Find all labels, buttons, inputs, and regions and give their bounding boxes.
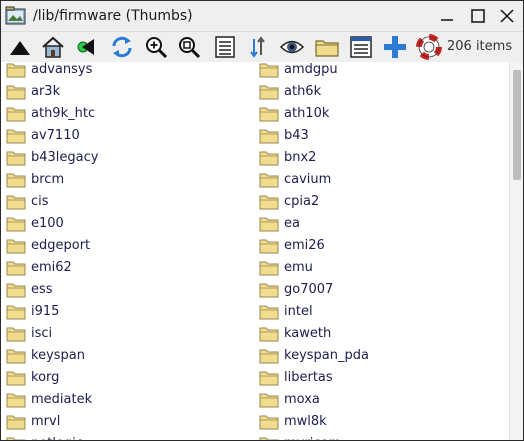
- close-button[interactable]: [497, 6, 517, 26]
- folder-icon: [6, 83, 26, 101]
- folder-name: ess: [31, 282, 53, 297]
- folder-icon: [6, 193, 26, 211]
- folder-icon: [6, 62, 26, 79]
- folder-icon: [259, 325, 279, 343]
- folder-icon: [6, 105, 26, 123]
- folder-icon: [6, 171, 26, 189]
- folder-icon: [259, 105, 279, 123]
- file-grid: advansys ar3k ath9k_htc av7110 b43legacy brcm…: [1, 62, 509, 440]
- folder-name: edgeport: [31, 238, 91, 253]
- minimize-button[interactable]: [437, 6, 457, 26]
- folder-icon: [6, 237, 26, 255]
- folder-name: keyspan_pda: [284, 348, 369, 363]
- folder-name: moxa: [284, 392, 320, 407]
- folder-name: intel: [284, 304, 313, 319]
- folder-icon: [6, 127, 26, 145]
- folder-icon: [259, 171, 279, 189]
- vertical-scrollbar[interactable]: [509, 62, 523, 440]
- folder-icon: [6, 215, 26, 233]
- folder-name: myricom: [284, 436, 341, 440]
- folder-name: ath9k_htc: [31, 106, 96, 121]
- folder-icon: [6, 281, 26, 299]
- folder-name: libertas: [284, 370, 333, 385]
- folder-icon: [259, 303, 279, 321]
- details-view-icon[interactable]: [347, 33, 375, 61]
- folder-name: e100: [31, 216, 64, 231]
- refresh-icon[interactable]: [108, 33, 136, 61]
- folder-name: ath10k: [284, 106, 330, 121]
- lifebuoy-icon[interactable]: [415, 33, 443, 61]
- title-bar[interactable]: /lib/firmware (Thumbs): [1, 1, 523, 32]
- folder-icon: [259, 193, 279, 211]
- folder-icon: [6, 413, 26, 431]
- folder-name: cavium: [284, 172, 332, 187]
- folder-icon: [259, 83, 279, 101]
- file-manager-window: /lib/firmware (Thumbs) 206 items advansy…: [0, 0, 524, 441]
- sort-icon[interactable]: [244, 33, 272, 61]
- folder-name: b43legacy: [31, 150, 99, 165]
- folder-name: netlogic: [31, 436, 83, 440]
- scrollbar-thumb[interactable]: [513, 70, 521, 180]
- zoom-fit-icon[interactable]: [175, 33, 203, 61]
- folder-icon: [259, 62, 279, 79]
- folder-icon: [259, 369, 279, 387]
- folder-name: amdgpu: [284, 62, 338, 77]
- folder-icon: [259, 149, 279, 167]
- folder-icon: [259, 413, 279, 431]
- plus-icon[interactable]: [381, 33, 409, 61]
- home-icon[interactable]: [39, 33, 67, 61]
- folder-name: brcm: [31, 172, 65, 187]
- folder-name: isci: [31, 326, 53, 341]
- folder-name: mwl8k: [284, 414, 327, 429]
- zoom-in-icon[interactable]: [142, 33, 170, 61]
- folder-name: keyspan: [31, 348, 85, 363]
- folder-icon: [259, 435, 279, 440]
- folder-icon: [259, 237, 279, 255]
- folder-icon: [6, 149, 26, 167]
- item-count: 206 items: [447, 39, 513, 54]
- folder-icon: [259, 347, 279, 365]
- folder-name: bnx2: [284, 150, 317, 165]
- folder-icon: [6, 347, 26, 365]
- folder-icon: [259, 259, 279, 277]
- up-triangle-icon[interactable]: [6, 33, 34, 61]
- folder-name: cpia2: [284, 194, 320, 209]
- folder-icon: [259, 391, 279, 409]
- folder-icon: [6, 435, 26, 440]
- folder-name: korg: [31, 370, 60, 385]
- folder-icon: [6, 369, 26, 387]
- folder-name: emi26: [284, 238, 325, 253]
- eye-icon[interactable]: [278, 33, 306, 61]
- folder-icon: [6, 259, 26, 277]
- folder-icon: [259, 215, 279, 233]
- folder-icon[interactable]: [313, 33, 341, 61]
- folder-name: advansys: [31, 62, 93, 77]
- back-arrow-icon[interactable]: [72, 33, 100, 61]
- folder-name: mediatek: [31, 392, 93, 407]
- folder-name: go7007: [284, 282, 334, 297]
- folder-name: ea: [284, 216, 300, 231]
- folder-name: mrvl: [31, 414, 61, 429]
- folder-name: b43: [284, 128, 309, 143]
- folder-icon: [259, 281, 279, 299]
- folder-name: ar3k: [31, 84, 61, 99]
- app-icon: [5, 6, 27, 26]
- folder-icon: [6, 303, 26, 321]
- toolbar: 206 items: [1, 32, 523, 62]
- folder-name: emu: [284, 260, 313, 275]
- folder-name: cis: [31, 194, 49, 209]
- folder-icon: [6, 391, 26, 409]
- folder-name: ath6k: [284, 84, 322, 99]
- maximize-button[interactable]: [468, 6, 488, 26]
- folder-name: emi62: [31, 260, 72, 275]
- folder-icon: [6, 325, 26, 343]
- list-view-icon[interactable]: [211, 33, 239, 61]
- folder-icon: [259, 127, 279, 145]
- folder-name: av7110: [31, 128, 80, 143]
- folder-name: kaweth: [284, 326, 332, 341]
- window-title: /lib/firmware (Thumbs): [33, 8, 193, 24]
- folder-name: i915: [31, 304, 60, 319]
